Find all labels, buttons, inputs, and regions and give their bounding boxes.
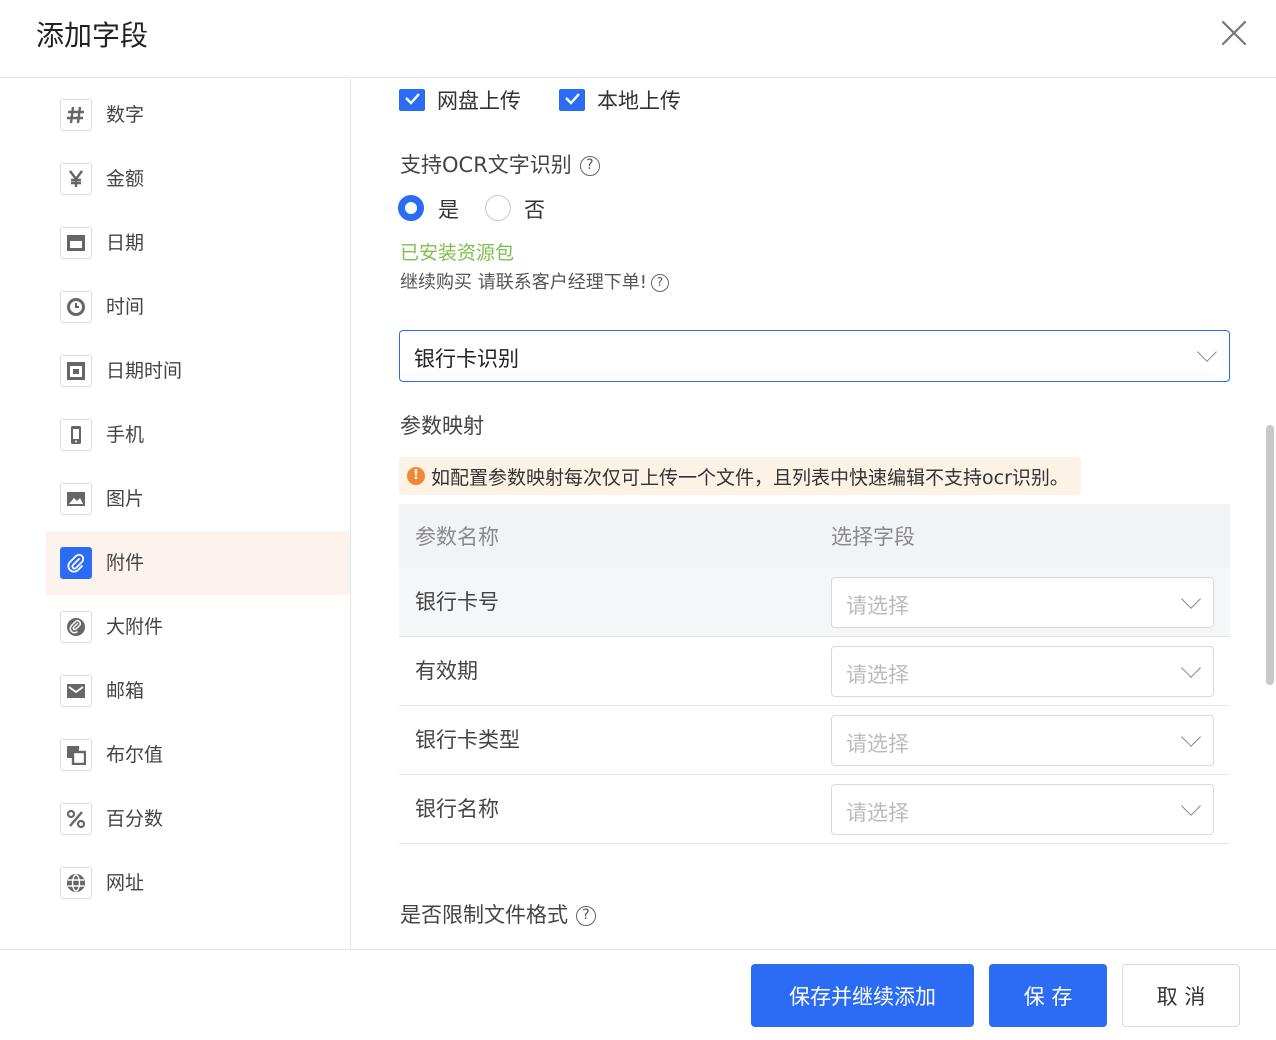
field-select-placeholder: 请选择 [846,801,909,825]
field-type-sidebar: 数字 金额 日期 时间 日期时间 手机 图片 附件 大附件 邮箱 布尔值 百分数… [0,79,351,949]
local-upload-checkbox[interactable] [559,89,585,111]
file-format-label-text: 是否限制文件格式 [400,903,568,927]
content-scrollbar[interactable] [1266,425,1274,685]
ocr-label-text: 支持OCR文字识别 [400,153,572,177]
param-name: 银行卡类型 [415,728,520,752]
dialog-footer: 保存并继续添加 保 存 取 消 [0,949,1276,1040]
table-row: 银行卡类型 请选择 [399,706,1230,775]
paperclip-icon [60,547,92,579]
field-select-placeholder: 请选择 [846,663,909,687]
sidebar-item-number[interactable]: 数字 [46,83,350,147]
add-field-dialog: 添加字段 数字 金额 日期 时间 日期时间 手机 图片 附件 大附件 邮箱 布尔… [0,0,1276,1040]
resource-status: 已安装资源包 [400,242,515,264]
field-select[interactable]: 请选择 [831,646,1214,697]
cancel-button[interactable]: 取 消 [1122,964,1240,1027]
ocr-no-label: 否 [524,198,545,222]
chevron-down-icon [1197,342,1217,362]
mapping-warning-text: 如配置参数映射每次仅可上传一个文件，且列表中快速编辑不支持ocr识别。 [431,467,1069,489]
chevron-down-icon [1181,727,1201,747]
mail-icon [60,675,92,707]
calendar-icon [60,227,92,259]
globe-icon [60,867,92,899]
help-icon[interactable]: ? [650,274,669,292]
table-row: 有效期 请选择 [399,637,1230,706]
param-name: 有效期 [415,659,478,683]
sidebar-item-label: 大附件 [106,616,164,638]
datetime-icon [60,355,92,387]
chevron-down-icon [1181,796,1201,816]
dialog-title: 添加字段 [36,19,149,52]
warning-icon: ! [407,467,425,485]
sidebar-item-date[interactable]: 日期 [46,211,350,275]
netdisk-upload-label: 网盘上传 [437,89,521,113]
chevron-down-icon [1181,589,1201,609]
boolean-icon [60,739,92,771]
field-select[interactable]: 请选择 [831,784,1214,835]
col-select-field: 选择字段 [831,525,915,549]
ocr-label: 支持OCR文字识别? [400,149,600,179]
table-row: 银行名称 请选择 [399,775,1230,844]
ocr-yes-label: 是 [438,198,459,222]
sidebar-item-label: 时间 [106,296,145,318]
sidebar-item-datetime[interactable]: 日期时间 [46,339,350,403]
sidebar-item-time[interactable]: 时间 [46,275,350,339]
sidebar-item-label: 邮箱 [106,680,145,702]
ocr-type-select[interactable]: 银行卡识别 [399,330,1230,382]
close-icon[interactable] [1212,14,1256,54]
purchase-note-text: 继续购买 请联系客户经理下单! [400,272,647,293]
sidebar-item-phone[interactable]: 手机 [46,403,350,467]
hash-icon [60,99,92,131]
phone-icon [60,419,92,451]
col-param-name: 参数名称 [415,525,499,549]
param-name: 银行卡号 [415,590,499,614]
sidebar-item-label: 图片 [106,488,145,510]
large-attachment-icon [60,611,92,643]
sidebar-item-image[interactable]: 图片 [46,467,350,531]
save-button[interactable]: 保 存 [989,964,1107,1027]
sidebar-item-label: 网址 [106,872,145,894]
sidebar-item-label: 百分数 [106,808,164,830]
sidebar-item-label: 日期时间 [106,360,183,382]
upload-options-row: 网盘上传 本地上传 [351,79,1266,119]
field-select-placeholder: 请选择 [846,594,909,618]
sidebar-item-percent[interactable]: 百分数 [46,787,350,851]
ocr-type-value: 银行卡识别 [414,347,519,371]
file-format-label: 是否限制文件格式? [400,899,596,929]
chevron-down-icon [1181,658,1201,678]
purchase-note: 继续购买 请联系客户经理下单!? [400,268,669,294]
sidebar-item-label: 手机 [106,424,145,446]
netdisk-upload-checkbox[interactable] [399,89,425,111]
ocr-no-radio[interactable] [485,195,511,221]
table-row: 银行卡号 请选择 [399,568,1230,637]
sidebar-item-label: 日期 [106,232,145,254]
local-upload-label: 本地上传 [597,89,681,113]
sidebar-item-label: 数字 [106,104,145,126]
percent-icon [60,803,92,835]
sidebar-item-label: 布尔值 [106,744,164,766]
sidebar-item-label: 附件 [106,552,145,574]
save-and-continue-button[interactable]: 保存并继续添加 [751,964,974,1027]
mapping-warning: ! 如配置参数映射每次仅可上传一个文件，且列表中快速编辑不支持ocr识别。 [399,457,1081,495]
yen-icon [60,163,92,195]
dialog-header: 添加字段 [0,0,1276,78]
ocr-yes-radio[interactable] [398,195,424,221]
clock-icon [60,291,92,323]
sidebar-item-label: 金额 [106,168,145,190]
sidebar-item-amount[interactable]: 金额 [46,147,350,211]
image-icon [60,483,92,515]
help-icon[interactable]: ? [576,906,596,926]
sidebar-item-large-attachment[interactable]: 大附件 [46,595,350,659]
table-header: 参数名称 选择字段 [399,504,1230,568]
sidebar-item-email[interactable]: 邮箱 [46,659,350,723]
help-icon[interactable]: ? [579,156,600,176]
sidebar-item-attachment[interactable]: 附件 [46,531,350,595]
field-select[interactable]: 请选择 [831,577,1214,628]
field-select[interactable]: 请选择 [831,715,1214,766]
field-select-placeholder: 请选择 [846,732,909,756]
sidebar-item-url[interactable]: 网址 [46,851,350,915]
sidebar-item-boolean[interactable]: 布尔值 [46,723,350,787]
param-name: 银行名称 [415,797,499,821]
mapping-label: 参数映射 [400,414,484,438]
